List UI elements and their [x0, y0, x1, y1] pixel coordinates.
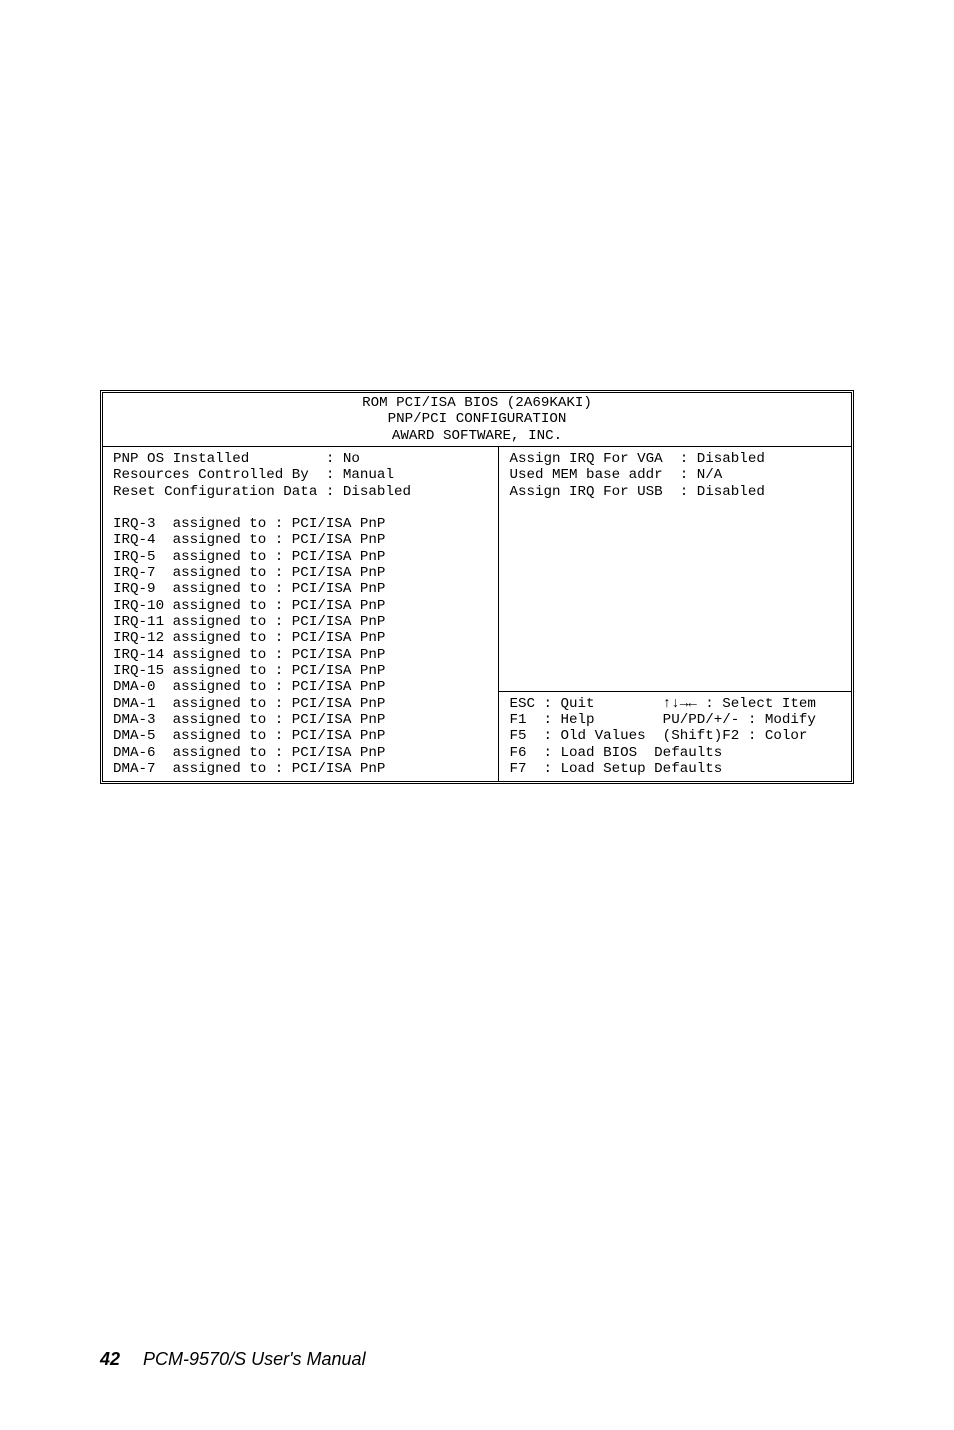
bios-window: ROM PCI/ISA BIOS (2A69KAKI) PNP/PCI CONF… — [100, 390, 854, 784]
opt-dma5[interactable]: DMA-5 assigned to : PCI/ISA PnP — [113, 728, 492, 744]
opt-irq4[interactable]: IRQ-4 assigned to : PCI/ISA PnP — [113, 532, 492, 548]
opt-assign-irq-usb[interactable]: Assign IRQ For USB : Disabled — [509, 484, 845, 500]
bios-title-line1: ROM PCI/ISA BIOS (2A69KAKI) — [103, 395, 851, 411]
help-f7-load-setup-defaults: F7 : Load Setup Defaults — [509, 761, 845, 777]
opt-irq3[interactable]: IRQ-3 assigned to : PCI/ISA PnP — [113, 516, 492, 532]
page-number: 42 — [100, 1349, 120, 1369]
opt-irq14[interactable]: IRQ-14 assigned to : PCI/ISA PnP — [113, 647, 492, 663]
opt-dma7[interactable]: DMA-7 assigned to : PCI/ISA PnP — [113, 761, 492, 777]
page-root: ROM PCI/ISA BIOS (2A69KAKI) PNP/PCI CONF… — [0, 0, 954, 1430]
help-f5-old-values: F5 : Old Values (Shift)F2 : Color — [509, 728, 845, 744]
opt-irq9[interactable]: IRQ-9 assigned to : PCI/ISA PnP — [113, 581, 492, 597]
bios-right-top: Assign IRQ For VGA : Disabled Used MEM b… — [499, 447, 851, 691]
opt-assign-irq-vga[interactable]: Assign IRQ For VGA : Disabled — [509, 451, 845, 467]
help-f1-help: F1 : Help PU/PD/+/- : Modify — [509, 712, 845, 728]
help-esc-quit: ESC : Quit ↑↓→← : Select Item — [509, 696, 845, 712]
opt-reset-config-data[interactable]: Reset Configuration Data : Disabled — [113, 484, 492, 500]
bios-title-line3: AWARD SOFTWARE, INC. — [103, 428, 851, 444]
manual-title: PCM-9570/S User's Manual — [143, 1349, 366, 1369]
opt-dma3[interactable]: DMA-3 assigned to : PCI/ISA PnP — [113, 712, 492, 728]
opt-irq10[interactable]: IRQ-10 assigned to : PCI/ISA PnP — [113, 598, 492, 614]
opt-dma6[interactable]: DMA-6 assigned to : PCI/ISA PnP — [113, 745, 492, 761]
opt-irq5[interactable]: IRQ-5 assigned to : PCI/ISA PnP — [113, 549, 492, 565]
page-footer: 42 PCM-9570/S User's Manual — [100, 1349, 366, 1370]
bios-title-line2: PNP/PCI CONFIGURATION — [103, 411, 851, 427]
opt-irq15[interactable]: IRQ-15 assigned to : PCI/ISA PnP — [113, 663, 492, 679]
opt-dma1[interactable]: DMA-1 assigned to : PCI/ISA PnP — [113, 696, 492, 712]
opt-dma0[interactable]: DMA-0 assigned to : PCI/ISA PnP — [113, 679, 492, 695]
opt-used-mem-base-addr[interactable]: Used MEM base addr : N/A — [509, 467, 845, 483]
opt-pnp-os-installed[interactable]: PNP OS Installed : No — [113, 451, 492, 467]
bios-help-panel: ESC : Quit ↑↓→← : Select Item F1 : Help … — [499, 691, 851, 782]
opt-resources-controlled-by[interactable]: Resources Controlled By : Manual — [113, 467, 492, 483]
bios-header: ROM PCI/ISA BIOS (2A69KAKI) PNP/PCI CONF… — [103, 393, 851, 447]
bios-body: PNP OS Installed : No Resources Controll… — [103, 447, 851, 781]
opt-irq11[interactable]: IRQ-11 assigned to : PCI/ISA PnP — [113, 614, 492, 630]
bios-left-column: PNP OS Installed : No Resources Controll… — [103, 447, 499, 781]
help-f6-load-bios-defaults: F6 : Load BIOS Defaults — [509, 745, 845, 761]
spacer — [113, 500, 492, 516]
bios-right-column: Assign IRQ For VGA : Disabled Used MEM b… — [499, 447, 851, 781]
opt-irq12[interactable]: IRQ-12 assigned to : PCI/ISA PnP — [113, 630, 492, 646]
opt-irq7[interactable]: IRQ-7 assigned to : PCI/ISA PnP — [113, 565, 492, 581]
